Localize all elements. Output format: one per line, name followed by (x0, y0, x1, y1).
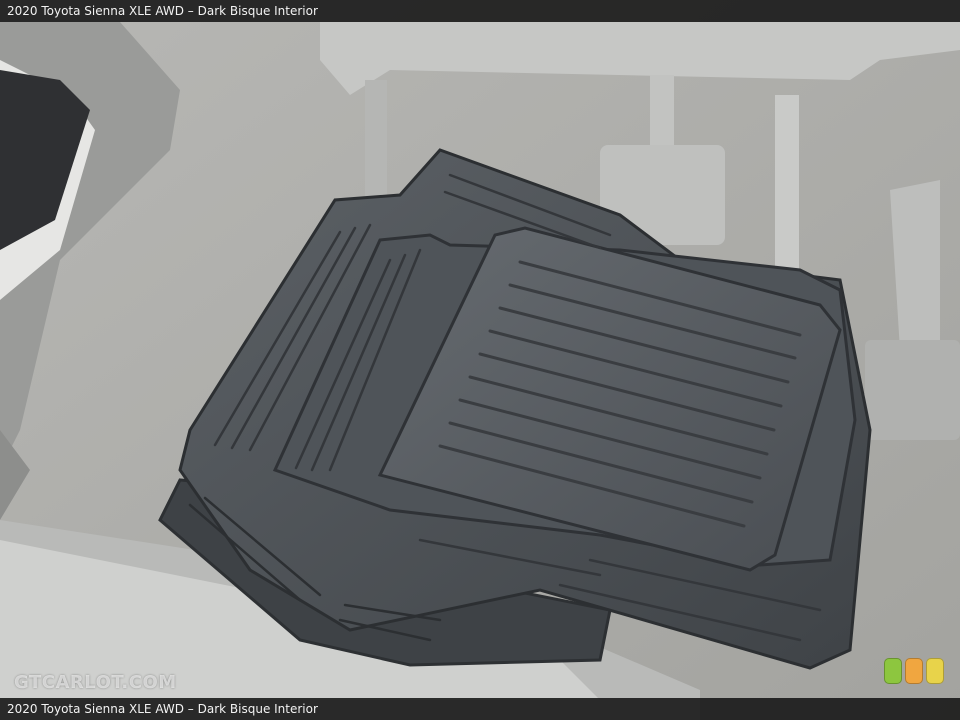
photo-frame: 2020 Toyota Sienna XLE AWD – Dark Bisque… (0, 0, 960, 720)
badge-dot-green (884, 658, 902, 684)
site-watermark: GTCARLOT.COM (14, 672, 177, 693)
seat-latch (865, 340, 960, 440)
badge-dot-yellow (926, 658, 944, 684)
photo-caption-top: 2020 Toyota Sienna XLE AWD – Dark Bisque… (0, 0, 960, 22)
seat-rail-left (365, 80, 387, 200)
floor-mats-photo (0, 0, 960, 720)
badge-dot-orange (905, 658, 923, 684)
seat-rail-right (775, 95, 799, 270)
photo-caption-bottom: 2020 Toyota Sienna XLE AWD – Dark Bisque… (0, 698, 960, 720)
